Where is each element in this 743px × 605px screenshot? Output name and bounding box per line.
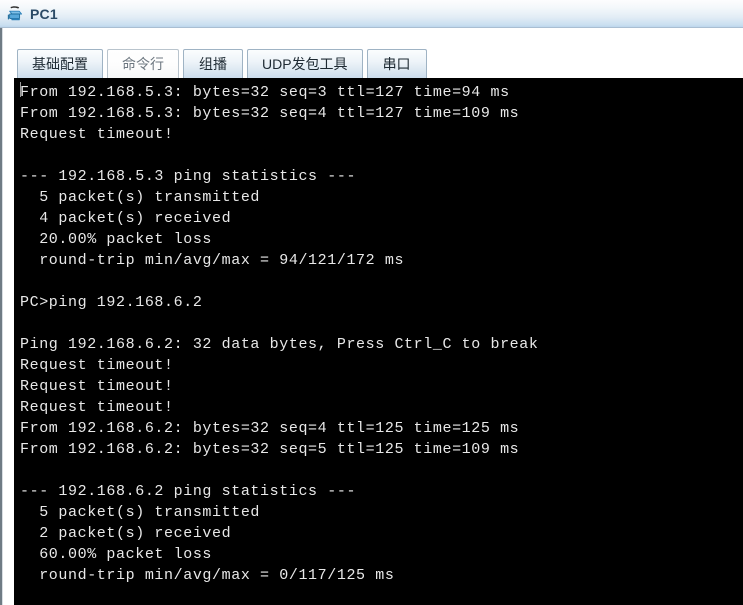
terminal-line: From 192.168.5.3: bytes=32 seq=4 ttl=127… (20, 105, 520, 122)
window-title: PC1 (30, 5, 58, 22)
tab-command-line-label: 命令行 (122, 56, 164, 72)
pc-device-icon (7, 5, 25, 23)
tab-serial-port-label: 串口 (382, 56, 411, 72)
terminal-caret (20, 82, 21, 97)
terminal-line: From 192.168.5.3: bytes=32 seq=3 ttl=127… (20, 84, 510, 101)
terminal-line: round-trip min/avg/max = 94/121/172 ms (20, 252, 405, 269)
terminal-line: PC>ping 192.168.6.2 (20, 294, 203, 311)
terminal-line: 2 packet(s) received (20, 525, 232, 542)
window-frame-padding (3, 28, 14, 605)
terminal-line: 60.00% packet loss (20, 546, 213, 563)
tab-list: 基础配置 命令行 组播 UDP发包工具 串口 (17, 44, 431, 78)
terminal-line: Request timeout! (20, 126, 174, 143)
tab-udp-sender-label: UDP发包工具 (262, 56, 348, 72)
tab-strip: 基础配置 命令行 组播 UDP发包工具 串口 (14, 30, 743, 78)
tab-serial-port[interactable]: 串口 (366, 49, 427, 78)
terminal-line: --- 192.168.5.3 ping statistics --- (20, 168, 357, 185)
window-titlebar: PC1 (0, 0, 743, 28)
tab-multicast-label: 组播 (199, 56, 227, 72)
terminal-output: From 192.168.5.3: bytes=32 seq=3 ttl=127… (14, 78, 743, 586)
terminal-line: Request timeout! (20, 378, 174, 395)
tab-udp-sender[interactable]: UDP发包工具 (247, 49, 363, 78)
tab-command-line[interactable]: 命令行 (107, 49, 179, 78)
terminal-line: 5 packet(s) transmitted (20, 189, 261, 206)
terminal-line: 4 packet(s) received (20, 210, 232, 227)
pc1-console-window: PC1 基础配置 命令行 组播 UDP发包工具 串口 From 192.168.… (0, 0, 743, 605)
terminal-console[interactable]: From 192.168.5.3: bytes=32 seq=3 ttl=127… (14, 78, 743, 605)
terminal-line: Request timeout! (20, 399, 174, 416)
terminal-line: round-trip min/avg/max = 0/117/125 ms (20, 567, 395, 584)
terminal-line: Request timeout! (20, 357, 174, 374)
tab-basic-config[interactable]: 基础配置 (17, 49, 103, 78)
terminal-line: Ping 192.168.6.2: 32 data bytes, Press C… (20, 336, 539, 353)
terminal-line: --- 192.168.6.2 ping statistics --- (20, 483, 357, 500)
terminal-line: From 192.168.6.2: bytes=32 seq=4 ttl=125… (20, 420, 520, 437)
terminal-line: 20.00% packet loss (20, 231, 213, 248)
tab-basic-config-label: 基础配置 (32, 56, 88, 72)
terminal-line: From 192.168.6.2: bytes=32 seq=5 ttl=125… (20, 441, 520, 458)
tab-multicast[interactable]: 组播 (183, 49, 243, 78)
terminal-line: 5 packet(s) transmitted (20, 504, 261, 521)
